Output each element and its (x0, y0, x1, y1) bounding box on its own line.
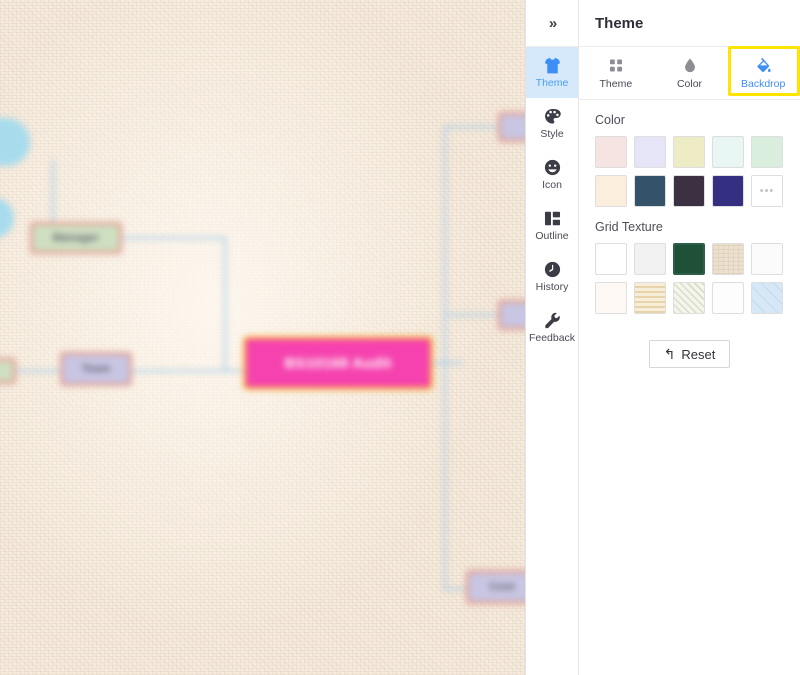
texture-section: Grid Texture (579, 207, 800, 314)
app-root: Manager Team BS10168 Audit Cost » Theme Styl… (0, 0, 800, 675)
edge-into-root-left (132, 370, 244, 372)
node-left-small[interactable] (0, 358, 16, 384)
color-swatch-indigo[interactable] (712, 175, 744, 207)
grid-squares-icon (607, 57, 625, 75)
texture-section-title: Grid Texture (595, 220, 663, 234)
node-right-bottom[interactable]: Cost (466, 570, 525, 604)
reset-button[interactable]: ↰ Reset (648, 340, 731, 368)
layout-icon (543, 209, 562, 228)
more-colors-icon: ••• (759, 184, 775, 197)
color-swatch-blush-pink[interactable] (595, 136, 627, 168)
rail-item-label: Theme (535, 77, 569, 90)
rail-item-label: History (535, 281, 569, 294)
edge-root-to-right-trunk (433, 362, 463, 364)
tab-backdrop[interactable]: Backdrop (726, 47, 800, 99)
texture-swatch-light-blue[interactable] (751, 282, 783, 314)
tab-theme[interactable]: Theme (579, 47, 653, 99)
rail-item-feedback[interactable]: Feedback (526, 302, 578, 353)
tab-color[interactable]: Color (653, 47, 727, 99)
tab-label: Theme (599, 77, 633, 90)
edge-smallnode-to-team (14, 370, 62, 372)
edge-manager-bend (122, 237, 226, 239)
reset-button-label: Reset (681, 346, 716, 362)
texture-swatch-green-diagonal[interactable] (673, 282, 705, 314)
texture-swatch-peach-cross[interactable] (595, 282, 627, 314)
color-swatch-pale-green[interactable] (751, 136, 783, 168)
rail-item-icon[interactable]: Icon (526, 149, 578, 200)
node-label: BS10168 Audit (284, 354, 392, 372)
rail-item-label: Outline (535, 230, 569, 243)
undo-arrow-icon: ↰ (663, 345, 676, 362)
edge-right-trunk-vertical (444, 126, 446, 590)
chevron-double-right-icon: » (548, 14, 557, 32)
smiley-icon (543, 158, 562, 177)
rail-item-label: Style (540, 128, 564, 141)
rail-item-style[interactable]: Style (526, 98, 578, 149)
rail-item-outline[interactable]: Outline (526, 200, 578, 251)
color-swatch-pale-lavender[interactable] (634, 136, 666, 168)
node-team[interactable]: Team (60, 352, 132, 386)
texture-swatch-blue-dots[interactable] (595, 243, 627, 275)
node-label: Team (81, 363, 111, 375)
color-swatch-dark-plum[interactable] (673, 175, 705, 207)
panel-content: Theme Theme Color Backdrop Color ••• Grid … (579, 0, 800, 675)
edge-right-branch-mid (444, 314, 504, 316)
node-right-top[interactable] (498, 112, 525, 142)
edge-manager-to-root (122, 237, 226, 372)
tab-label: Color (676, 77, 703, 90)
rail-item-theme[interactable]: Theme (526, 47, 578, 98)
color-swatch-slate-blue[interactable] (634, 175, 666, 207)
reset-row: ↰ Reset (579, 340, 800, 368)
droplet-icon (681, 57, 699, 75)
node-right-mid[interactable] (498, 300, 525, 330)
mindmap-graph: Manager Team BS10168 Audit Cost (0, 0, 525, 675)
wrench-icon (543, 311, 562, 330)
collapse-panel-button[interactable]: » (526, 0, 578, 47)
edge-right-branch-top (444, 126, 504, 128)
palette-icon (543, 107, 562, 126)
node-circle-top[interactable] (0, 118, 30, 166)
color-swatch-pale-yellow[interactable] (673, 136, 705, 168)
texture-swatch-beige-paper[interactable] (712, 243, 744, 275)
texture-swatch-light-cross[interactable] (634, 243, 666, 275)
texture-swatch-dark-green[interactable] (673, 243, 705, 275)
color-swatch-pale-mint[interactable] (712, 136, 744, 168)
texture-swatch-white-panel[interactable] (712, 282, 744, 314)
texture-swatch-grid (595, 243, 784, 314)
edge-vertical-to-root (224, 237, 226, 372)
panel-rail: » Theme Style Icon Outline History Feedback (526, 0, 579, 675)
color-section: Color ••• (579, 100, 800, 207)
node-label: Cost (489, 581, 515, 593)
texture-swatch-white-maze[interactable] (751, 243, 783, 275)
color-section-title: Color (595, 113, 625, 127)
node-root[interactable]: BS10168 Audit (243, 336, 433, 390)
theme-panel: » Theme Style Icon Outline History Feedback T… (525, 0, 800, 675)
rail-item-label: Icon (542, 179, 562, 192)
panel-tabs: Theme Color Backdrop (579, 46, 800, 100)
tshirt-icon (543, 56, 562, 75)
color-swatch-grid: ••• (595, 136, 784, 207)
color-swatch-more[interactable]: ••• (751, 175, 783, 207)
page-title: Theme (579, 0, 800, 47)
paint-bucket-icon (754, 57, 772, 75)
tab-label: Backdrop (741, 77, 786, 90)
node-label: Manager (52, 232, 100, 244)
mindmap-canvas[interactable]: Manager Team BS10168 Audit Cost (0, 0, 525, 675)
texture-swatch-tan-stripes[interactable] (634, 282, 666, 314)
node-manager[interactable]: Manager (30, 222, 122, 254)
clock-icon (543, 260, 562, 279)
rail-item-label: Feedback (528, 332, 576, 345)
node-circle-mid[interactable] (0, 198, 14, 238)
color-swatch-cream[interactable] (595, 175, 627, 207)
rail-item-history[interactable]: History (526, 251, 578, 302)
